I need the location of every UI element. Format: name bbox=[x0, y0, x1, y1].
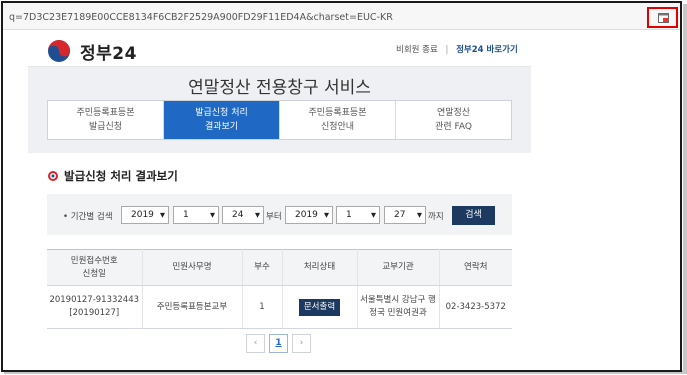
popup-window-icon[interactable] bbox=[658, 13, 669, 23]
header-links: 비회원 종료 | 정부24 바로가기 bbox=[396, 43, 518, 55]
cell-contact: 02-3423-5372 bbox=[439, 285, 512, 329]
pagination: ‹ 1 › bbox=[246, 334, 311, 353]
section-heading: 발급신청 처리 결과보기 bbox=[48, 168, 178, 184]
tab-label-line2: 신청안내 bbox=[320, 122, 355, 132]
col-receipt: 민원접수번호 신청일 bbox=[47, 249, 143, 286]
tab-issue-request[interactable]: 주민등록표등본 발급신청 bbox=[48, 101, 164, 139]
gov-taegeuk-logo[interactable] bbox=[47, 39, 71, 63]
tab-label-line1: 발급신청 처리 bbox=[195, 108, 248, 118]
dropdown-arrow-icon: ▼ bbox=[371, 211, 376, 219]
section-title-text: 발급신청 처리 결과보기 bbox=[64, 169, 178, 183]
from-day-value: 24 bbox=[232, 210, 244, 220]
from-word: 부터 bbox=[266, 212, 282, 222]
table-row: 20190127-91332443 [20190127] 주민등록표등본교부 1… bbox=[47, 285, 512, 329]
col-service: 민원사무명 bbox=[142, 249, 243, 286]
dropdown-arrow-icon: ▼ bbox=[324, 211, 329, 219]
table-header-row: 민원접수번호 신청일 민원사무명 부수 처리상태 교부기관 연락처 bbox=[47, 249, 512, 286]
tab-label-line1: 주민등록표등본 bbox=[308, 108, 367, 118]
prev-page-button[interactable]: ‹ bbox=[246, 334, 265, 353]
from-month-value: 1 bbox=[183, 210, 189, 220]
from-day-select[interactable]: 24 ▼ bbox=[222, 206, 264, 224]
next-page-button[interactable]: › bbox=[292, 334, 311, 353]
col-agency: 교부기관 bbox=[357, 249, 440, 286]
to-word: 까지 bbox=[428, 212, 444, 222]
receipt-date: [20190127] bbox=[69, 308, 120, 318]
popup-window-button[interactable] bbox=[647, 7, 678, 28]
col-copies: 부수 bbox=[242, 249, 283, 286]
cell-service: 주민등록표등본교부 bbox=[142, 285, 243, 329]
receipt-number: 20190127-91332443 bbox=[49, 295, 140, 305]
print-document-button[interactable]: 문서출력 bbox=[298, 298, 341, 316]
address-bar[interactable]: q=7D3C23E7189E00CCE8134F6CB2F2529A900FD2… bbox=[3, 3, 680, 30]
search-label: • 기간별 검색 bbox=[63, 212, 113, 222]
agency-line2: 정국 민원여권과 bbox=[369, 308, 427, 318]
to-month-select[interactable]: 1 ▼ bbox=[336, 206, 380, 224]
cell-copies: 1 bbox=[242, 285, 283, 329]
from-year-select[interactable]: 2019 ▼ bbox=[121, 206, 169, 224]
page-1-button[interactable]: 1 bbox=[269, 334, 288, 353]
dropdown-arrow-icon: ▼ bbox=[210, 211, 215, 219]
tab-label-line1: 연말정산 bbox=[436, 108, 471, 118]
to-month-value: 1 bbox=[346, 210, 352, 220]
dropdown-arrow-icon: ▼ bbox=[417, 211, 422, 219]
cell-agency: 서울특별시 강남구 행 정국 민원여권과 bbox=[357, 285, 440, 329]
result-table: 민원접수번호 신청일 민원사무명 부수 처리상태 교부기관 연락처 201901… bbox=[47, 249, 512, 329]
service-title: 연말정산 전용창구 서비스 bbox=[188, 78, 371, 98]
tab-request-guide[interactable]: 주민등록표등본 신청안내 bbox=[280, 101, 396, 139]
tab-faq[interactable]: 연말정산 관련 FAQ bbox=[396, 101, 511, 139]
tab-label-line2: 관련 FAQ bbox=[435, 122, 472, 132]
dropdown-arrow-icon: ▼ bbox=[160, 211, 165, 219]
tab-result-view[interactable]: 발급신청 처리 결과보기 bbox=[164, 101, 280, 139]
cell-receipt: 20190127-91332443 [20190127] bbox=[47, 285, 143, 329]
to-day-value: 27 bbox=[394, 210, 406, 220]
logout-link[interactable]: 비회원 종료 bbox=[396, 45, 438, 55]
tab-label-line1: 주민등록표등본 bbox=[76, 108, 135, 118]
gov24-logo-text[interactable]: 정부24 bbox=[80, 39, 137, 64]
col-status: 처리상태 bbox=[282, 249, 358, 286]
link-separator: | bbox=[445, 45, 449, 55]
col-receipt-line1: 민원접수번호 bbox=[70, 255, 118, 266]
dropdown-arrow-icon: ▼ bbox=[255, 211, 260, 219]
gov24-shortcut-link[interactable]: 정부24 바로가기 bbox=[456, 45, 518, 55]
browser-window: q=7D3C23E7189E00CCE8134F6CB2F2529A900FD2… bbox=[1, 1, 682, 372]
agency-line1: 서울특별시 강남구 행 bbox=[360, 295, 436, 305]
col-contact: 연락처 bbox=[439, 249, 512, 286]
to-year-value: 2019 bbox=[295, 210, 318, 220]
cell-status: 문서출력 bbox=[282, 285, 358, 329]
search-button[interactable]: 검색 bbox=[452, 206, 495, 225]
to-year-select[interactable]: 2019 ▼ bbox=[285, 206, 333, 224]
from-month-select[interactable]: 1 ▼ bbox=[173, 206, 219, 224]
section-bullet-icon bbox=[48, 171, 58, 181]
window-shadow-right bbox=[683, 4, 687, 374]
service-tabs: 주민등록표등본 발급신청 발급신청 처리 결과보기 주민등록표등본 신청안내 연… bbox=[47, 100, 512, 140]
col-receipt-line2: 신청일 bbox=[82, 268, 106, 279]
from-year-value: 2019 bbox=[131, 210, 154, 220]
tab-label-line2: 발급신청 bbox=[88, 122, 123, 132]
tab-label-line2: 결과보기 bbox=[204, 122, 239, 132]
to-day-select[interactable]: 27 ▼ bbox=[384, 206, 426, 224]
url-text[interactable]: q=7D3C23E7189E00CCE8134F6CB2F2529A900FD2… bbox=[9, 12, 393, 23]
